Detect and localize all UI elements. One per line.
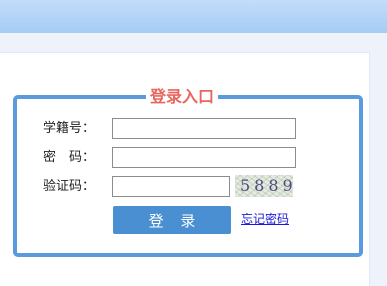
- student-id-input[interactable]: [112, 118, 296, 139]
- password-label: 密 码：: [43, 150, 96, 165]
- login-title: 登录入口: [146, 87, 219, 107]
- forgot-password-link[interactable]: 忘记密码: [241, 212, 289, 227]
- header-band: [0, 0, 387, 33]
- login-button[interactable]: 登 录: [113, 206, 231, 234]
- student-id-label: 学籍号：: [43, 121, 96, 136]
- captcha-label: 验证码：: [43, 179, 96, 194]
- captcha-input[interactable]: [112, 176, 230, 197]
- password-input[interactable]: [112, 147, 296, 168]
- captcha-image[interactable]: 5889: [235, 175, 293, 197]
- captcha-code: 5889: [240, 176, 297, 195]
